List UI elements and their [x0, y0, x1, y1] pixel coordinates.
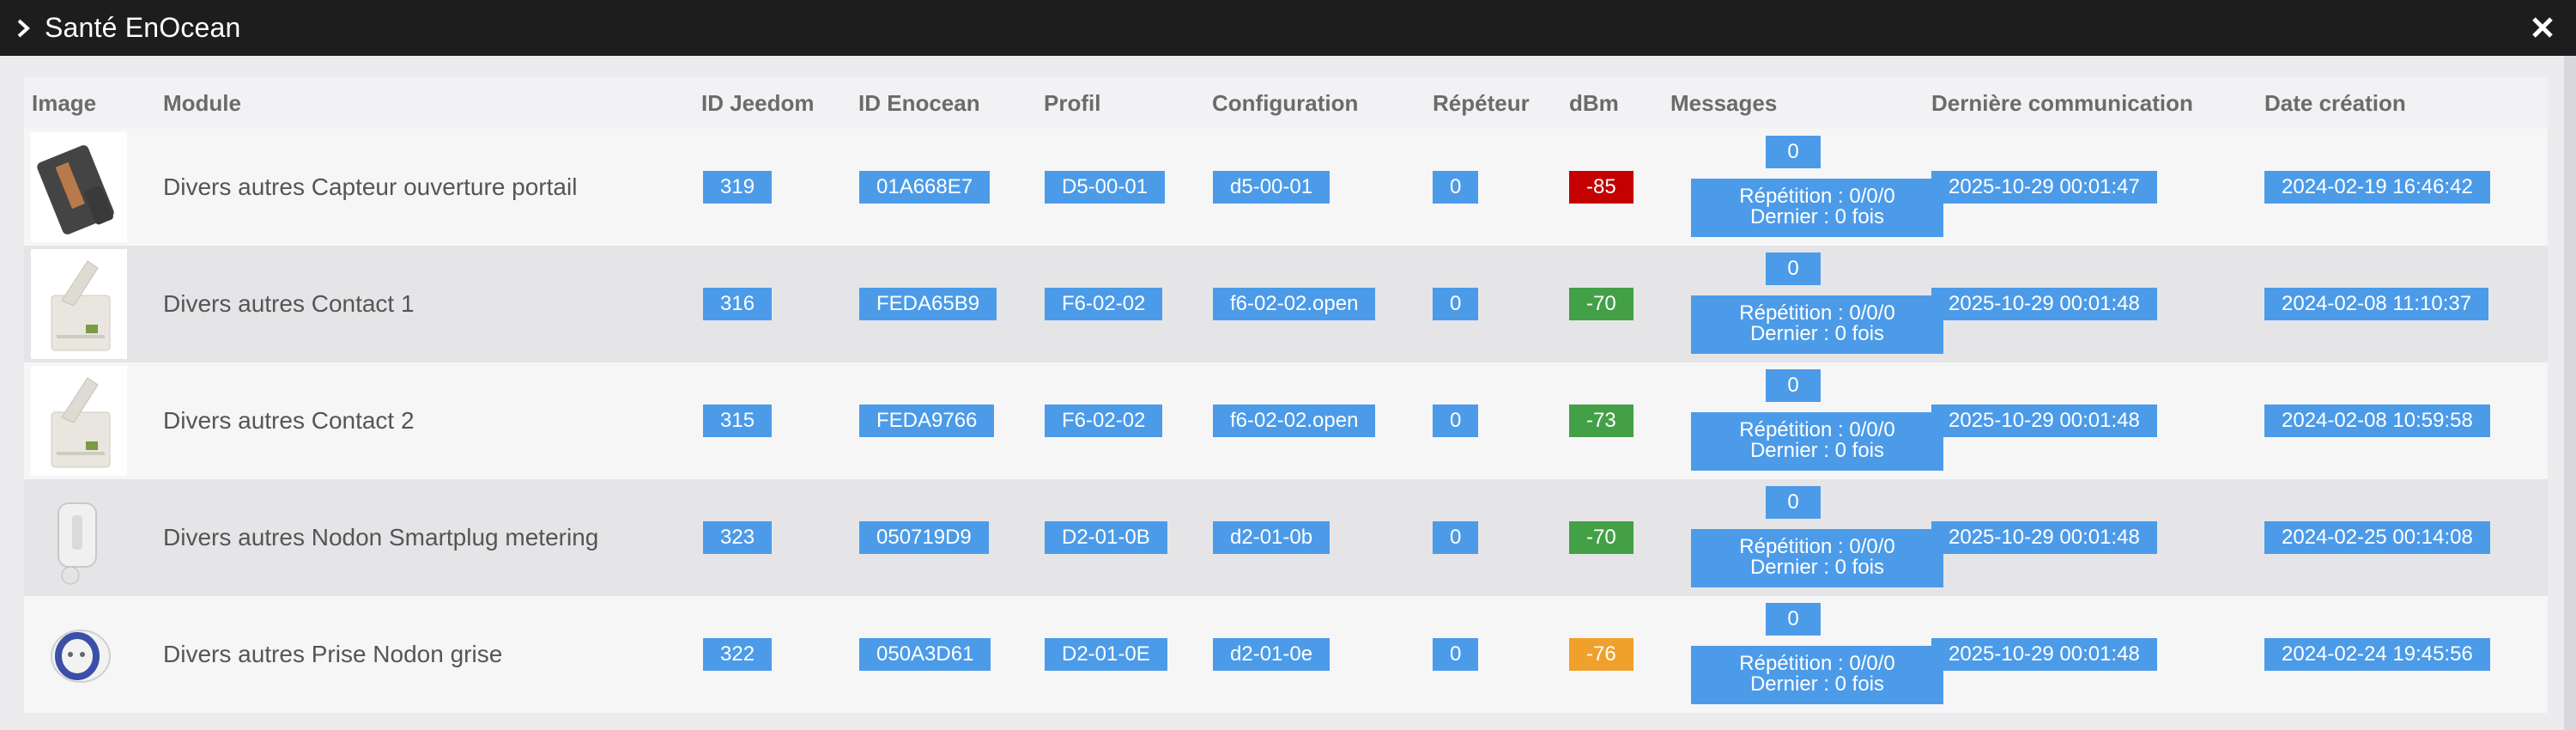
messages-repetition-badge: Répétition : 0/0/0 Dernier : 0 fois: [1691, 529, 1943, 587]
messages-repetition-badge: Répétition : 0/0/0 Dernier : 0 fois: [1691, 179, 1943, 237]
messages-cell: 0 Répétition : 0/0/0 Dernier : 0 fois: [1691, 479, 1949, 596]
smartplug-image: [31, 483, 127, 593]
last-communication-badge: 2025-10-29 00:01:48: [1931, 638, 2157, 671]
configuration-badge: d2-01-0e: [1213, 638, 1330, 671]
module-name[interactable]: Divers autres Prise Nodon grise: [163, 641, 502, 668]
id-enocean-badge: 050719D9: [859, 521, 989, 554]
col-module[interactable]: Module: [163, 77, 241, 129]
profil-badge: D2-01-0B: [1045, 521, 1167, 554]
chevron-right-icon[interactable]: [10, 15, 36, 41]
id-jeedom-badge: 319: [703, 171, 773, 204]
id-enocean-badge: 01A668E7: [859, 171, 991, 204]
last-communication-badge: 2025-10-29 00:01:47: [1931, 171, 2157, 204]
configuration-badge: f6-02-02.open: [1213, 288, 1376, 320]
id-jeedom-badge: 323: [703, 521, 773, 554]
id-enocean-badge: FEDA65B9: [859, 288, 997, 320]
dbm-badge: -70: [1569, 288, 1633, 320]
profil-badge: D5-00-01: [1045, 171, 1166, 204]
configuration-badge: d2-01-0b: [1213, 521, 1330, 554]
repeteur-badge: 0: [1433, 288, 1479, 320]
messages-cell: 0 Répétition : 0/0/0 Dernier : 0 fois: [1691, 246, 1949, 362]
messages-last: Dernier : 0 fois: [1749, 205, 1885, 228]
messages-repetition-badge: Répétition : 0/0/0 Dernier : 0 fois: [1691, 295, 1943, 354]
dbm-badge: -73: [1569, 405, 1633, 437]
configuration-badge: f6-02-02.open: [1213, 405, 1376, 437]
plug-socket-image: [31, 599, 127, 709]
close-icon[interactable]: [2528, 13, 2557, 42]
col-date-creation[interactable]: Date création: [2264, 77, 2406, 129]
messages-repetition: Répétition : 0/0/0: [1739, 652, 1895, 675]
messages-repetition: Répétition : 0/0/0: [1739, 535, 1895, 558]
date-creation-badge: 2024-02-08 10:59:58: [2264, 405, 2490, 437]
module-name[interactable]: Divers autres Nodon Smartplug metering: [163, 524, 598, 551]
messages-repetition-badge: Répétition : 0/0/0 Dernier : 0 fois: [1691, 646, 1943, 704]
vertical-scrollbar[interactable]: [2564, 56, 2576, 730]
table-header: Image Module ID Jeedom ID Enocean Profil…: [24, 77, 2548, 129]
messages-last: Dernier : 0 fois: [1749, 672, 1885, 696]
repeteur-badge: 0: [1433, 521, 1479, 554]
dbm-badge: -70: [1569, 521, 1633, 554]
col-messages[interactable]: Messages: [1670, 77, 1777, 129]
messages-count-badge: 0: [1766, 603, 1821, 636]
module-name[interactable]: Divers autres Capteur ouverture portail: [163, 173, 577, 201]
profil-badge: F6-02-02: [1045, 405, 1163, 437]
col-image[interactable]: Image: [32, 77, 96, 129]
id-jeedom-badge: 322: [703, 638, 773, 671]
modal-title: Santé EnOcean: [45, 12, 241, 43]
messages-cell: 0 Répétition : 0/0/0 Dernier : 0 fois: [1691, 596, 1949, 713]
dbm-badge: -85: [1569, 171, 1633, 204]
table-row: Divers autres Prise Nodon grise 322 050A…: [24, 596, 2548, 713]
messages-cell: 0 Répétition : 0/0/0 Dernier : 0 fois: [1691, 129, 1949, 246]
repeteur-badge: 0: [1433, 638, 1479, 671]
messages-count-badge: 0: [1766, 369, 1821, 402]
last-communication-badge: 2025-10-29 00:01:48: [1931, 288, 2157, 320]
messages-count-badge: 0: [1766, 136, 1821, 168]
col-profil[interactable]: Profil: [1044, 77, 1100, 129]
contact-switch-image: [31, 249, 127, 359]
messages-repetition: Répétition : 0/0/0: [1739, 301, 1895, 325]
messages-cell: 0 Répétition : 0/0/0 Dernier : 0 fois: [1691, 362, 1949, 479]
messages-last: Dernier : 0 fois: [1749, 322, 1885, 345]
messages-count-badge: 0: [1766, 252, 1821, 285]
id-enocean-badge: 050A3D61: [859, 638, 991, 671]
col-id-jeedom[interactable]: ID Jeedom: [701, 77, 815, 129]
table-row: Divers autres Capteur ouverture portail …: [24, 129, 2548, 246]
id-jeedom-badge: 316: [703, 288, 773, 320]
col-id-enocean[interactable]: ID Enocean: [858, 77, 980, 129]
table-row: Divers autres Contact 2 315 FEDA9766 F6-…: [24, 362, 2548, 479]
module-name[interactable]: Divers autres Contact 2: [163, 407, 415, 435]
profil-badge: D2-01-0E: [1045, 638, 1167, 671]
messages-count-badge: 0: [1766, 486, 1821, 519]
col-dbm[interactable]: dBm: [1569, 77, 1619, 129]
id-jeedom-badge: 315: [703, 405, 773, 437]
table-row: Divers autres Nodon Smartplug metering 3…: [24, 479, 2548, 596]
modal-titlebar: Santé EnOcean: [0, 0, 2576, 56]
contact-switch-image: [31, 366, 127, 476]
last-communication-badge: 2025-10-29 00:01:48: [1931, 405, 2157, 437]
profil-badge: F6-02-02: [1045, 288, 1163, 320]
messages-last: Dernier : 0 fois: [1749, 439, 1885, 462]
col-configuration[interactable]: Configuration: [1212, 77, 1358, 129]
table-row: Divers autres Contact 1 316 FEDA65B9 F6-…: [24, 246, 2548, 362]
door-sensor-image: [31, 132, 127, 242]
dbm-badge: -76: [1569, 638, 1633, 671]
last-communication-badge: 2025-10-29 00:01:48: [1931, 521, 2157, 554]
id-enocean-badge: FEDA9766: [859, 405, 995, 437]
date-creation-badge: 2024-02-25 00:14:08: [2264, 521, 2490, 554]
repeteur-badge: 0: [1433, 171, 1479, 204]
health-table: Image Module ID Jeedom ID Enocean Profil…: [24, 77, 2548, 730]
messages-last: Dernier : 0 fois: [1749, 556, 1885, 579]
configuration-badge: d5-00-01: [1213, 171, 1330, 204]
date-creation-badge: 2024-02-19 16:46:42: [2264, 171, 2490, 204]
col-last-communication[interactable]: Dernière communication: [1931, 77, 2193, 129]
repeteur-badge: 0: [1433, 405, 1479, 437]
messages-repetition: Répétition : 0/0/0: [1739, 185, 1895, 208]
col-repeteur[interactable]: Répéteur: [1433, 77, 1530, 129]
messages-repetition: Répétition : 0/0/0: [1739, 418, 1895, 441]
date-creation-badge: 2024-02-08 11:10:37: [2264, 288, 2489, 320]
module-name[interactable]: Divers autres Contact 1: [163, 290, 415, 318]
messages-repetition-badge: Répétition : 0/0/0 Dernier : 0 fois: [1691, 412, 1943, 471]
date-creation-badge: 2024-02-24 19:45:56: [2264, 638, 2490, 671]
